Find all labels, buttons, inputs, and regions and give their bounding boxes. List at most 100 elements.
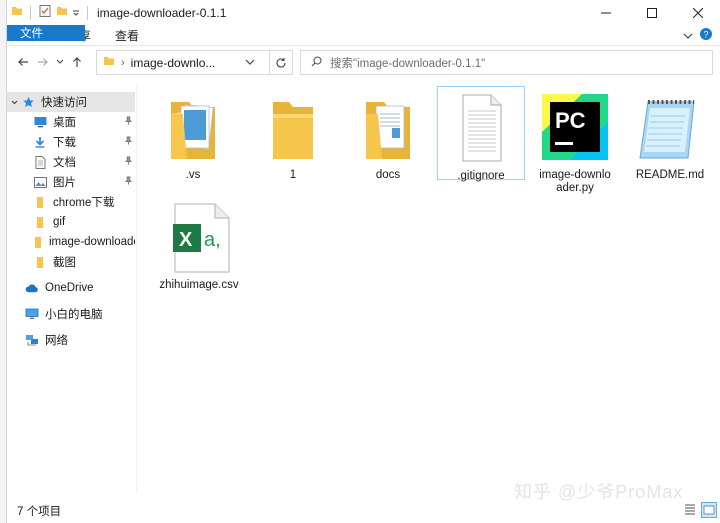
file-name: docs [375, 169, 401, 181]
file-item-1[interactable]: 1 [254, 92, 332, 182]
svg-text:X: X [179, 229, 193, 251]
search-box[interactable]: 搜索"image-downloader-0.1.1" [300, 50, 713, 75]
folder-icon [263, 102, 323, 167]
new-folder-icon[interactable] [56, 5, 68, 20]
computer-icon [25, 307, 39, 321]
file-name: 1 [289, 169, 297, 181]
file-name-line-2: ader.py [556, 182, 594, 194]
chevron-right-icon[interactable]: › [121, 57, 125, 69]
address-path[interactable]: image-downlo... [131, 56, 216, 70]
sidebar-item-label: 截图 [53, 257, 76, 269]
forward-button[interactable] [33, 50, 53, 74]
sidebar-item-label: chrome下载 [53, 197, 115, 209]
file-name: .gitignore [457, 170, 505, 182]
sidebar-item-desktop[interactable]: 桌面 [7, 112, 135, 132]
file-name: zhihuimage.csv [159, 279, 239, 291]
refresh-button[interactable] [269, 50, 293, 75]
tab-file[interactable]: 文件 [7, 25, 85, 41]
network-icon [25, 333, 39, 347]
svg-text:PC: PC [555, 108, 586, 133]
sidebar-item-label: 快速访问 [41, 97, 87, 109]
quick-access-toolbar [7, 4, 91, 21]
ribbon-controls: ? [683, 27, 713, 44]
sidebar-item-pictures[interactable]: 图片 [7, 172, 135, 192]
window-title: image-downloader-0.1.1 [97, 5, 227, 20]
file-name-line-1: image-downlo [539, 169, 611, 181]
file-item-readme[interactable]: README.md [628, 92, 712, 182]
back-button[interactable] [13, 50, 33, 74]
address-bar[interactable]: › image-downlo... [96, 50, 270, 75]
properties-icon[interactable] [38, 4, 52, 21]
divider [87, 5, 88, 20]
excel-csv-icon: X a, [163, 203, 235, 277]
svg-text:?: ? [703, 30, 708, 40]
sidebar-item-label: gif [53, 216, 66, 228]
help-icon[interactable]: ? [699, 27, 713, 44]
search-placeholder[interactable]: 搜索"image-downloader-0.1.1" [330, 55, 485, 71]
sidebar-item-screenshots[interactable]: 截图 [7, 252, 135, 272]
up-button[interactable] [67, 50, 87, 74]
folder-icon [33, 235, 43, 249]
recent-locations-button[interactable] [53, 50, 67, 74]
close-button[interactable] [675, 0, 720, 25]
file-item-docs[interactable]: docs [349, 92, 427, 182]
folder-icon [33, 215, 47, 229]
sidebar-item-onedrive[interactable]: OneDrive [7, 278, 135, 298]
ribbon-tabs: 文件 主页 共享 查看 ? [7, 25, 720, 46]
sidebar-item-documents[interactable]: 文档 [7, 152, 135, 172]
sidebar-item-label: image-downloade [49, 236, 135, 248]
file-item-zhihuimage-csv[interactable]: X a, zhihuimage.csv [155, 202, 243, 292]
sidebar-item-chrome-downloads[interactable]: chrome下载 [7, 192, 135, 212]
star-icon [21, 95, 35, 109]
navigation-bar: › image-downlo... 搜索"image-downloader-0.… [7, 46, 720, 78]
folder-icon [358, 102, 418, 167]
expand-ribbon-icon[interactable] [683, 29, 693, 43]
sidebar-item-this-pc[interactable]: 小白的电脑 [7, 304, 135, 324]
file-name: .vs [185, 169, 201, 181]
sidebar-item-label: 下载 [53, 137, 76, 149]
sidebar-item-network[interactable]: 网络 [7, 330, 135, 350]
pin-icon[interactable] [124, 136, 133, 148]
folder-icon [163, 102, 223, 167]
folder-icon [33, 195, 47, 209]
pycharm-icon: PC [540, 94, 610, 167]
watermark: 知乎 @少爷ProMax [514, 482, 684, 502]
desktop-icon [33, 115, 47, 129]
sidebar-item-label: 文档 [53, 157, 76, 169]
sidebar-item-quick-access[interactable]: 快速访问 [7, 92, 135, 112]
file-item-vs[interactable]: .vs [154, 92, 232, 182]
folder-icon [103, 55, 115, 70]
file-list: .vs 1 docs .gitignore PC image-downlo ad… [138, 86, 720, 492]
sidebar-item-downloads[interactable]: 下载 [7, 132, 135, 152]
picture-icon [33, 175, 47, 189]
sidebar-item-label: 网络 [45, 335, 68, 347]
sidebar-item-image-downloader[interactable]: image-downloade [7, 232, 135, 252]
chevron-down-icon[interactable] [9, 99, 19, 106]
document-icon [33, 155, 47, 169]
notepad-icon [634, 100, 706, 167]
text-file-icon [451, 94, 511, 168]
pin-icon[interactable] [124, 156, 133, 168]
file-item-image-downloader-py[interactable]: PC image-downlo ader.py [536, 92, 614, 195]
tab-view[interactable]: 查看 [103, 25, 151, 45]
maximize-button[interactable] [629, 0, 675, 25]
sidebar-item-label: 图片 [53, 177, 76, 189]
window-controls [583, 0, 720, 25]
file-name: image-downlo ader.py [536, 169, 614, 195]
title-bar: image-downloader-0.1.1 [7, 0, 720, 25]
pin-icon[interactable] [124, 116, 133, 128]
minimize-button[interactable] [583, 0, 629, 25]
customize-dropdown-icon[interactable] [72, 6, 80, 20]
file-explorer-window: image-downloader-0.1.1 文件 主页 共享 查看 ? [6, 0, 720, 523]
details-view-icon[interactable] [683, 502, 697, 521]
address-dropdown-icon[interactable] [245, 55, 255, 69]
file-name: README.md [635, 169, 705, 181]
file-item-gitignore[interactable]: .gitignore [437, 86, 525, 182]
sidebar-item-label: 小白的电脑 [45, 309, 103, 321]
search-icon [311, 55, 322, 70]
folder-icon [33, 255, 47, 269]
pin-icon[interactable] [124, 176, 133, 188]
sidebar-item-gif[interactable]: gif [7, 212, 135, 232]
sidebar-item-label: 桌面 [53, 117, 76, 129]
large-icons-view-icon[interactable] [701, 502, 717, 521]
